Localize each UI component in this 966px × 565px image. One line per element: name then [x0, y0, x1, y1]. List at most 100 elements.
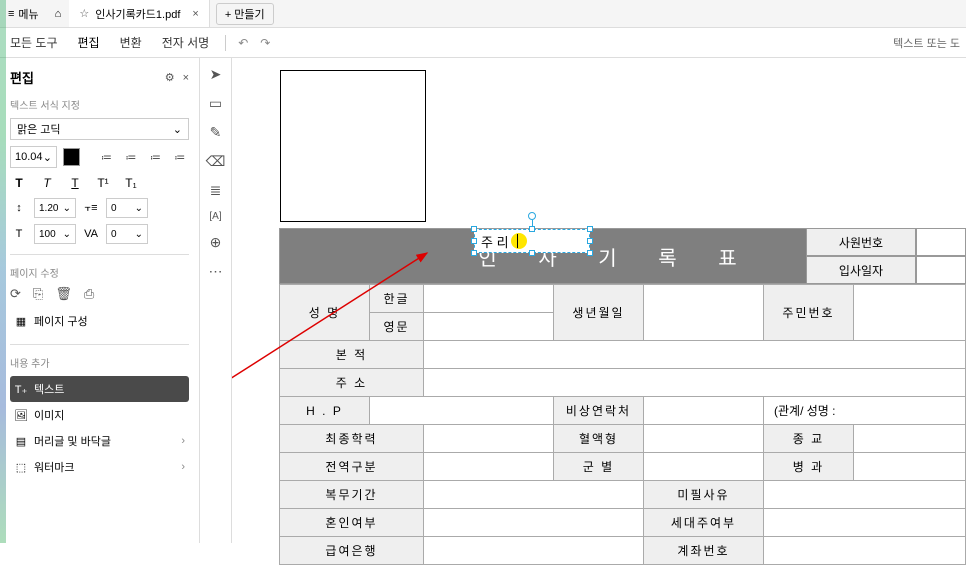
value-address[interactable]	[424, 369, 966, 397]
new-tab-button[interactable]: + 만들기	[216, 3, 274, 25]
tool-all[interactable]: 모든 도구	[0, 34, 68, 51]
value-domicile[interactable]	[424, 341, 966, 369]
new-tab-label: + 만들기	[225, 9, 265, 21]
marquee-icon[interactable]: ▭	[209, 95, 222, 112]
resize-handle[interactable]	[587, 250, 593, 256]
resize-handle[interactable]	[529, 250, 535, 256]
delete-icon[interactable]: 🗑	[55, 286, 72, 302]
value-householder[interactable]	[764, 509, 966, 537]
char-spacing-input[interactable]: 0⌄	[106, 198, 148, 218]
va-input[interactable]: 0⌄	[106, 224, 148, 244]
resize-handle[interactable]	[471, 238, 477, 244]
gear-icon[interactable]: ⚙	[165, 71, 175, 84]
textbox-icon[interactable]: [A]	[209, 211, 221, 222]
font-color-swatch[interactable]	[63, 148, 80, 166]
value-exemption[interactable]	[764, 481, 966, 509]
photo-placeholder	[280, 70, 426, 222]
value-bank[interactable]	[424, 537, 644, 565]
underline-button[interactable]: T	[66, 174, 84, 192]
pen-icon[interactable]: ✎	[210, 124, 222, 141]
label-birth: 생년월일	[554, 285, 644, 341]
redo-button[interactable]: ↷	[254, 36, 276, 50]
value-emp-no	[916, 228, 966, 256]
value-service[interactable]	[424, 481, 644, 509]
line-height-icon: ↕	[10, 202, 28, 214]
resize-handle[interactable]	[587, 238, 593, 244]
toolbar-hint: 텍스트 또는 도	[893, 35, 966, 51]
value-discharge[interactable]	[424, 453, 554, 481]
extract-icon[interactable]: ⎘	[33, 286, 43, 302]
resize-handle[interactable]	[471, 226, 477, 232]
resize-handle[interactable]	[587, 226, 593, 232]
value-ssn[interactable]	[854, 285, 966, 341]
font-family-select[interactable]: 맑은 고딕 ⌄	[10, 118, 189, 140]
text-edit-box[interactable]: 주 리	[474, 229, 590, 253]
chevron-right-icon: ›	[181, 461, 185, 473]
text-icon: T₊	[14, 383, 28, 396]
value-branch[interactable]	[644, 453, 764, 481]
value-account[interactable]	[764, 537, 966, 565]
rotate-handle[interactable]	[528, 212, 536, 220]
page-organize[interactable]: ▦ 페이지 구성	[10, 308, 189, 334]
document-tab[interactable]: ☆ 인사기록카드1.pdf ×	[69, 0, 210, 27]
add-watermark-button[interactable]: ⬚ 워터마크 ›	[10, 454, 189, 480]
label-branch: 군 별	[554, 453, 644, 481]
panel-close-icon[interactable]: ×	[183, 72, 189, 84]
list-bullet-icon[interactable]: ≔	[97, 147, 115, 167]
stamp-icon[interactable]: ⊕	[210, 234, 222, 251]
value-edu[interactable]	[424, 425, 554, 453]
value-blood[interactable]	[644, 425, 764, 453]
add-image-button[interactable]: 🖼 이미지	[10, 402, 189, 428]
label-emergency: 비상연락처	[554, 397, 644, 425]
menu-button[interactable]: ≡ 메뉴	[0, 6, 47, 22]
more-icon[interactable]: ⋯	[209, 263, 223, 280]
value-name-kor[interactable]	[424, 285, 554, 313]
highlight-icon[interactable]: ≣	[210, 182, 222, 199]
home-button[interactable]: ⌂	[47, 8, 70, 20]
label-name: 성 명	[280, 285, 370, 341]
italic-button[interactable]: T	[38, 174, 56, 192]
label-ssn: 주민번호	[764, 285, 854, 341]
label-relation[interactable]: (관계/ 성명 :	[764, 397, 966, 425]
line-height-input[interactable]: 1.20⌄	[34, 198, 76, 218]
tracking-input[interactable]: 100⌄	[34, 224, 76, 244]
cursor-highlight	[511, 233, 527, 249]
value-marriage[interactable]	[424, 509, 644, 537]
label-exemption: 미필사유	[644, 481, 764, 509]
home-icon: ⌂	[55, 8, 62, 20]
undo-button[interactable]: ↶	[232, 36, 254, 50]
panel-title: 편집	[10, 68, 34, 87]
tool-convert[interactable]: 변환	[110, 34, 152, 51]
bold-button[interactable]: T	[10, 174, 28, 192]
value-hp[interactable]	[370, 397, 554, 425]
resize-handle[interactable]	[471, 250, 477, 256]
value-birth[interactable]	[644, 285, 764, 341]
add-text-button[interactable]: T₊ 텍스트	[10, 376, 189, 402]
watermark-icon: ⬚	[14, 461, 28, 474]
list-indent-icon[interactable]: ≔	[171, 147, 189, 167]
rotate-icon[interactable]: ⟳	[10, 286, 21, 302]
chevron-right-icon: ›	[181, 435, 185, 447]
add-header-footer-button[interactable]: ▤ 머리글 및 바닥글 ›	[10, 428, 189, 454]
label-emp-no: 사원번호	[806, 228, 916, 256]
tool-edit[interactable]: 편집	[68, 34, 110, 51]
superscript-button[interactable]: T¹	[94, 174, 112, 192]
insert-icon[interactable]: ⎙	[84, 286, 94, 302]
label-address: 주 소	[280, 369, 424, 397]
subscript-button[interactable]: T₁	[122, 174, 140, 192]
label-mos: 병 과	[764, 453, 854, 481]
value-religion[interactable]	[854, 425, 966, 453]
list-outdent-icon[interactable]: ≔	[146, 147, 164, 167]
eraser-icon[interactable]: ⌫	[206, 153, 226, 170]
pointer-icon[interactable]: ➤	[210, 66, 222, 83]
hamburger-icon: ≡	[8, 8, 14, 20]
value-hire-date	[916, 256, 966, 284]
value-mos[interactable]	[854, 453, 966, 481]
value-emergency[interactable]	[644, 397, 764, 425]
value-name-eng[interactable]	[424, 313, 554, 341]
tool-esign[interactable]: 전자 서명	[152, 34, 220, 51]
list-numbered-icon[interactable]: ≔	[122, 147, 140, 167]
font-size-select[interactable]: 10.04 ⌄	[10, 146, 57, 168]
resize-handle[interactable]	[529, 226, 535, 232]
tab-close-icon[interactable]: ×	[192, 8, 198, 20]
